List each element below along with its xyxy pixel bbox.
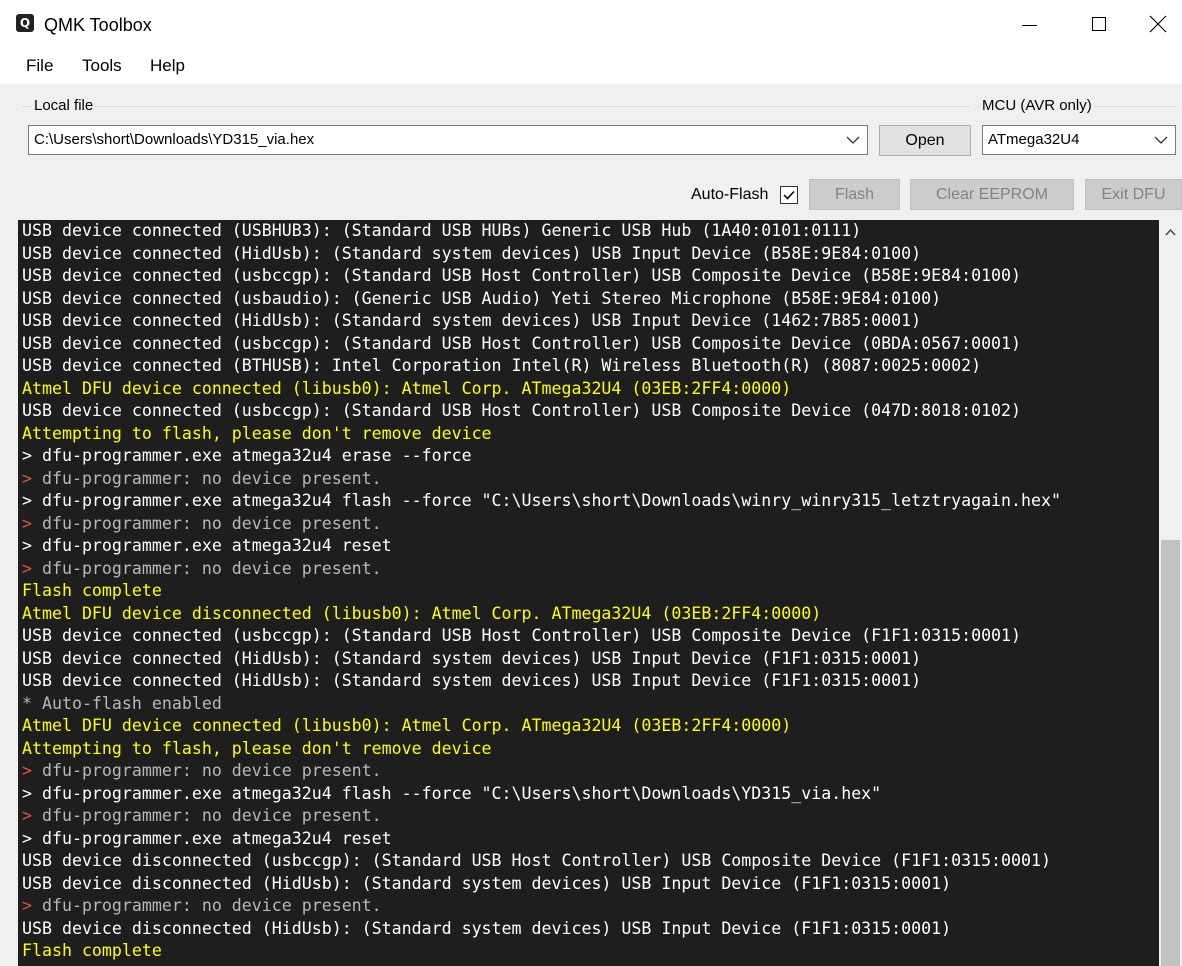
minimize-button[interactable] <box>994 0 1064 48</box>
console-line: > dfu-programmer: no device present. <box>22 468 382 491</box>
console-line: Atmel DFU device connected (libusb0): At… <box>22 716 792 735</box>
console-line: > dfu-programmer.exe atmega32u4 erase --… <box>22 446 472 465</box>
console-line: USB device connected (usbccgp): (Standar… <box>22 266 1022 285</box>
console-line: > dfu-programmer: no device present. <box>22 513 382 536</box>
close-button[interactable] <box>1134 0 1182 48</box>
console-line: USB device connected (USBHUB3): (Standar… <box>22 221 862 240</box>
console-line: > dfu-programmer: no device present. <box>22 760 382 783</box>
console-line: Atmel DFU device connected (libusb0): At… <box>22 378 792 398</box>
console-line: > dfu-programmer.exe atmega32u4 reset <box>22 536 392 555</box>
open-button[interactable]: Open <box>879 125 971 156</box>
minimize-icon <box>1021 24 1037 26</box>
console-line-text: dfu-programmer: no device present. <box>41 558 382 578</box>
qmk-logo-icon: Q <box>16 14 34 32</box>
menu-bar: File Tools Help <box>0 48 1182 84</box>
local-file-label: Local file <box>32 97 96 115</box>
title-bar[interactable]: Q QMK Toolbox <box>0 0 1182 48</box>
error-arrow-icon: > <box>22 558 42 578</box>
console-line: Attempting to flash, please don't remove… <box>22 738 492 758</box>
clear-eeprom-button[interactable]: Clear EEPROM <box>910 179 1074 210</box>
auto-flash-label: Auto-Flash <box>691 186 769 203</box>
menu-help[interactable]: Help <box>148 56 187 76</box>
console-line: USB device connected (usbccgp): (Standar… <box>22 626 1022 645</box>
mcu-select[interactable]: ATmega32U4 <box>982 125 1176 155</box>
checkmark-icon <box>783 190 795 200</box>
error-arrow-icon: > <box>22 806 42 825</box>
error-arrow-icon: > <box>22 896 42 915</box>
console-line: > dfu-programmer: no device present. <box>22 895 382 918</box>
scroll-up-arrow-icon[interactable] <box>1159 220 1182 244</box>
error-arrow-icon: > <box>22 513 42 533</box>
console-line: USB device connected (usbccgp): (Standar… <box>22 333 1022 353</box>
console-line: USB device connected (HidUsb): (Standard… <box>22 648 922 668</box>
console-line: Attempting to flash, please don't remove… <box>22 423 492 443</box>
console-line: USB device disconnected (usbccgp): (Stan… <box>22 851 1051 870</box>
console-scrollbar[interactable] <box>1159 220 1182 966</box>
console-line: USB device connected (HidUsb): (Standard… <box>22 243 922 263</box>
console-line: Atmel DFU device disconnected (libusb0):… <box>22 603 822 623</box>
auto-flash-checkbox[interactable] <box>780 186 798 204</box>
chevron-down-icon[interactable] <box>1153 126 1169 154</box>
error-arrow-icon: > <box>22 468 42 488</box>
console-line: Flash complete <box>22 941 162 960</box>
local-file-group-border <box>22 106 970 107</box>
console-line-text: dfu-programmer: no device present. <box>41 513 382 533</box>
close-icon <box>1149 15 1167 33</box>
console-line: USB device connected (HidUsb): (Standard… <box>22 311 922 330</box>
console-line: USB device connected (usbaudio): (Generi… <box>22 288 942 308</box>
console-line: * Auto-flash enabled <box>22 693 222 713</box>
mcu-value: ATmega32U4 <box>988 131 1080 148</box>
menu-file[interactable]: File <box>24 56 55 76</box>
window-title: QMK Toolbox <box>44 15 152 35</box>
console-line: > dfu-programmer: no device present. <box>22 558 382 581</box>
console-line: Flash complete <box>22 581 162 600</box>
exit-dfu-button[interactable]: Exit DFU <box>1085 179 1182 210</box>
console-line: USB device disconnected (HidUsb): (Stand… <box>22 918 952 938</box>
console-line-text: dfu-programmer: no device present. <box>41 761 382 780</box>
scrollbar-thumb[interactable] <box>1161 540 1180 966</box>
menu-tools[interactable]: Tools <box>80 56 124 76</box>
flash-button[interactable]: Flash <box>809 179 900 210</box>
local-file-combobox[interactable]: C:\Users\short\Downloads\YD315_via.hex <box>28 125 868 155</box>
console-line-text: dfu-programmer: no device present. <box>41 896 382 915</box>
console-line: USB device connected (HidUsb): (Standard… <box>22 671 922 690</box>
maximize-button[interactable] <box>1064 0 1134 48</box>
console-line: USB device connected (usbccgp): (Standar… <box>22 401 1022 420</box>
error-arrow-icon: > <box>22 761 42 780</box>
chevron-down-icon[interactable] <box>845 126 861 154</box>
console-line: > dfu-programmer.exe atmega32u4 flash --… <box>22 783 882 803</box>
console-line: > dfu-programmer.exe atmega32u4 flash --… <box>22 491 1061 510</box>
mcu-label: MCU (AVR only) <box>980 97 1094 115</box>
local-file-path: C:\Users\short\Downloads\YD315_via.hex <box>34 131 315 148</box>
console-line-text: dfu-programmer: no device present. <box>41 468 382 488</box>
maximize-icon <box>1092 17 1106 31</box>
console-line-text: dfu-programmer: no device present. <box>41 806 382 825</box>
log-console[interactable]: USB device connected (USBHUB3): (Standar… <box>18 220 1159 966</box>
console-line: USB device disconnected (HidUsb): (Stand… <box>22 873 952 893</box>
console-line: USB device connected (BTHUSB): Intel Cor… <box>22 356 982 375</box>
console-line: > dfu-programmer.exe atmega32u4 reset <box>22 828 392 848</box>
console-line: > dfu-programmer: no device present. <box>22 805 382 828</box>
